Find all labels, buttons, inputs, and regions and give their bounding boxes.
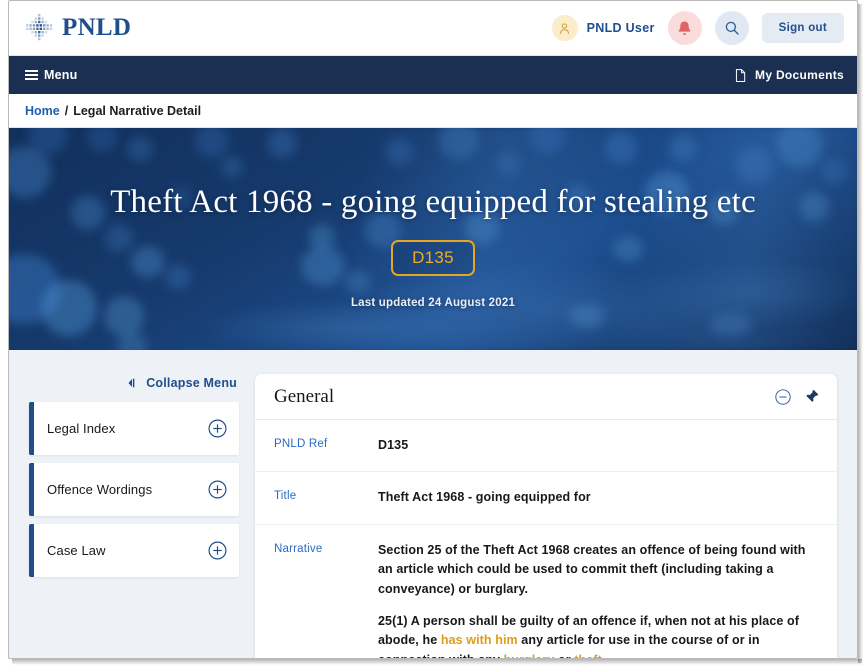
window-shadow-bottom [12, 659, 862, 665]
pnld-cross-logo-icon [25, 13, 55, 43]
brand-name: PNLD [62, 14, 132, 41]
detail-row-narrative: Narrative Section 25 of the Theft Act 19… [255, 525, 837, 658]
narrative-link-has-with-him[interactable]: has with him [441, 633, 518, 647]
hamburger-icon [25, 70, 38, 80]
user-name-label: PNLD User [586, 21, 655, 35]
top-bar: PNLD PNLD User Sign out [9, 1, 857, 56]
main-content-area: Collapse Menu Legal Index Offence Wordin… [9, 350, 857, 658]
detail-row: Title Theft Act 1968 - going equipped fo… [255, 472, 837, 525]
breadcrumb-home-link[interactable]: Home [25, 104, 60, 118]
breadcrumb-current: Legal Narrative Detail [73, 103, 202, 118]
detail-label: PNLD Ref [274, 438, 328, 450]
collapse-menu-button[interactable]: Collapse Menu [29, 376, 239, 390]
narrative-paragraph-2: 25(1) A person shall be guilty of an off… [378, 612, 818, 658]
app-root: PNLD PNLD User Sign out Menu My Document… [0, 0, 867, 667]
breadcrumb-separator: / [64, 103, 69, 118]
plus-circle-icon[interactable] [207, 418, 228, 439]
panel-actions [774, 388, 820, 406]
menu-toggle-button[interactable]: Menu [25, 68, 77, 82]
hero-content: Theft Act 1968 - going equipped for stea… [9, 128, 857, 350]
notifications-button[interactable] [667, 11, 702, 45]
page-title: Theft Act 1968 - going equipped for stea… [110, 184, 756, 220]
collapse-menu-label: Collapse Menu [146, 376, 237, 390]
minus-circle-icon[interactable] [774, 388, 792, 406]
sidebar-item-case-law[interactable]: Case Law [29, 524, 239, 577]
user-account-chip[interactable]: PNLD User [551, 15, 655, 41]
my-documents-button[interactable]: My Documents [733, 67, 844, 84]
general-panel: General PNLD Ref D135 Title Theft Act 19… [255, 374, 837, 658]
search-button[interactable] [714, 11, 749, 45]
my-documents-label: My Documents [755, 68, 844, 82]
main-nav-bar: Menu My Documents [9, 56, 857, 94]
sidebar-item-label: Legal Index [47, 421, 116, 436]
detail-value: Theft Act 1968 - going equipped for [378, 490, 591, 505]
narrative-text: . [602, 653, 606, 658]
sidebar: Collapse Menu Legal Index Offence Wordin… [29, 374, 239, 585]
user-avatar-icon [551, 15, 578, 41]
sidebar-item-legal-index[interactable]: Legal Index [29, 402, 239, 455]
plus-circle-icon[interactable] [207, 540, 228, 561]
reference-badge: D135 [391, 240, 475, 277]
sign-out-button[interactable]: Sign out [761, 13, 844, 43]
pin-icon[interactable] [803, 388, 820, 405]
breadcrumb: Home / Legal Narrative Detail [9, 94, 857, 128]
sidebar-item-label: Case Law [47, 543, 106, 558]
detail-label: Narrative [274, 542, 323, 555]
narrative-link-theft[interactable]: theft [574, 653, 602, 658]
narrative-body: Section 25 of the Theft Act 1968 creates… [378, 541, 818, 658]
detail-row: PNLD Ref D135 [255, 420, 837, 473]
sidebar-item-label: Offence Wordings [47, 482, 153, 497]
hero-banner: Theft Act 1968 - going equipped for stea… [9, 128, 857, 350]
detail-value: D135 [378, 438, 409, 452]
narrative-paragraph-1: Section 25 of the Theft Act 1968 creates… [378, 542, 806, 596]
topbar-actions: PNLD User Sign out [551, 11, 844, 45]
panel-header: General [255, 374, 837, 420]
document-icon [733, 67, 748, 84]
narrative-link-burglary[interactable]: burglary [504, 653, 555, 658]
search-icon [723, 19, 741, 37]
detail-label: Title [274, 490, 297, 503]
browser-viewport: PNLD PNLD User Sign out Menu My Document… [9, 1, 857, 658]
plus-circle-icon[interactable] [207, 479, 228, 500]
narrative-text: or [554, 653, 574, 658]
content-column: General PNLD Ref D135 Title Theft Act 19… [255, 374, 837, 658]
collapse-arrow-icon [125, 377, 140, 389]
panel-title: General [274, 385, 335, 407]
window-shadow-right [858, 4, 863, 663]
menu-label: Menu [44, 68, 78, 82]
last-updated-text: Last updated 24 August 2021 [350, 297, 516, 310]
sidebar-item-offence-wordings[interactable]: Offence Wordings [29, 463, 239, 516]
brand-logo[interactable]: PNLD [25, 13, 131, 43]
bell-icon [675, 19, 694, 38]
